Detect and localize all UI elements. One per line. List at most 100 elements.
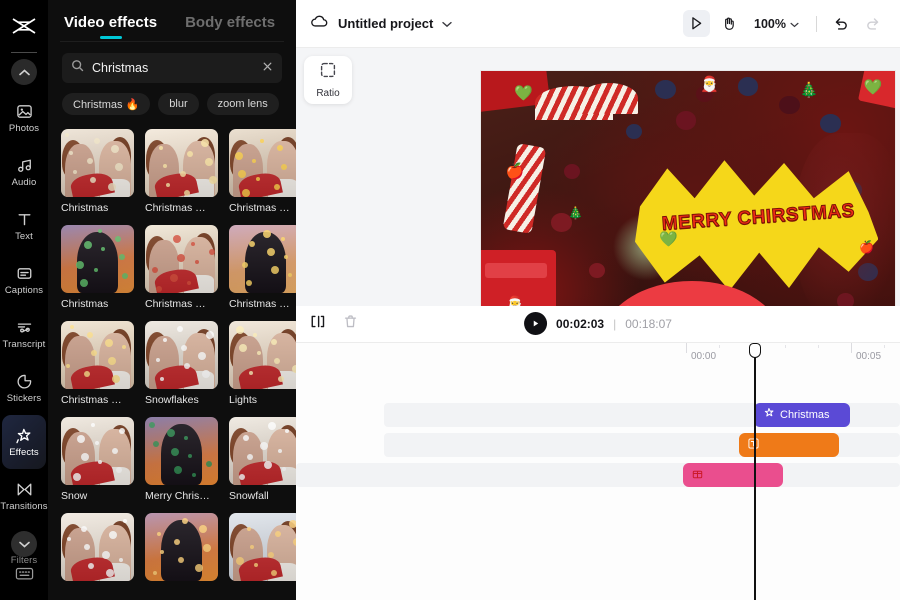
effect-label: Christmas …	[145, 298, 206, 310]
effect-card[interactable]	[145, 513, 218, 586]
effect-thumbnail[interactable]	[61, 513, 134, 581]
tag-chip[interactable]: blur	[158, 93, 199, 115]
search-input[interactable]: Christmas	[62, 53, 282, 83]
sidebar-item-transcript[interactable]: Transcript	[2, 307, 46, 361]
video-preview[interactable]: MERRY CHIRSTMAS 💚 🎄 🎅 🍎 💚 💚 🎅 🎄 💚 🎄 🍎	[480, 70, 896, 306]
effect-thumbnail[interactable]	[61, 129, 134, 197]
sidebar-item-label: Effects	[9, 447, 39, 458]
sidebar-item-text[interactable]: Text	[2, 199, 46, 253]
effect-card[interactable]: Christmas	[61, 129, 134, 214]
timeline-clip-effect[interactable]: Christmas	[754, 402, 850, 427]
effect-label: Christmas …	[61, 394, 122, 406]
sidebar-item-audio[interactable]: Audio	[2, 145, 46, 199]
effect-thumbnail[interactable]	[145, 513, 218, 581]
effect-card[interactable]: Lights	[229, 321, 296, 406]
timeline-playhead[interactable]	[748, 342, 761, 600]
sidebar-item-captions[interactable]: Captions	[2, 253, 46, 307]
effect-thumbnail[interactable]	[229, 129, 296, 197]
capcut-logo[interactable]	[0, 0, 48, 52]
tag-chip[interactable]: zoom lens	[206, 93, 279, 115]
sidebar-item-label: Captions	[4, 285, 44, 296]
effect-label: Christmas	[61, 202, 109, 214]
ratio-label: Ratio	[316, 88, 340, 99]
tag-label: Christmas 🔥	[73, 98, 140, 111]
effect-card[interactable]: Christmas …	[145, 129, 218, 214]
effect-thumbnail[interactable]	[145, 225, 218, 293]
zoom-level-control[interactable]: 100%	[747, 17, 806, 31]
project-title-group[interactable]: Untitled project	[310, 14, 453, 34]
timeline-track[interactable]	[384, 432, 900, 457]
editor-main: Untitled project 100% Ratio MERRY CHIRST…	[296, 0, 900, 600]
music-note-icon	[16, 156, 33, 175]
santa-emoji: 🎅	[700, 76, 720, 94]
effect-thumbnail[interactable]	[229, 513, 296, 581]
playhead-handle[interactable]	[748, 342, 761, 358]
ruler-label: 00:05	[856, 350, 882, 362]
cloud-sync-icon[interactable]	[310, 14, 329, 34]
effect-card[interactable]: Christmas …	[145, 225, 218, 310]
page-title: Untitled project	[338, 16, 434, 31]
crop-frame-icon	[319, 61, 337, 84]
effect-thumbnail[interactable]	[145, 129, 218, 197]
heart-emoji: 💚	[514, 85, 533, 103]
tab-label: Body effects	[185, 14, 276, 31]
timeline-track[interactable]: Christmas	[384, 402, 900, 427]
timeline-ruler[interactable]: 00:0000:0500:1000:	[296, 342, 900, 367]
timeline-clip-video[interactable]	[683, 462, 783, 487]
close-icon[interactable]	[262, 59, 273, 77]
captions-icon	[16, 264, 33, 283]
sidebar-item-photos[interactable]: Photos	[2, 91, 46, 145]
total-duration: 00:18:07	[625, 316, 672, 331]
rail-scroll-up-button[interactable]	[11, 59, 37, 85]
effect-card[interactable]: Christmas …	[229, 129, 296, 214]
tree-emoji: 🎄	[799, 82, 819, 100]
effect-thumbnail[interactable]	[61, 321, 134, 389]
effect-card[interactable]: Snow	[61, 417, 134, 502]
chevron-down-icon[interactable]	[442, 15, 453, 33]
sidebar-item-effects[interactable]: Effects	[2, 415, 46, 469]
effect-thumbnail[interactable]	[229, 321, 296, 389]
effect-thumbnail[interactable]	[61, 417, 134, 485]
keyboard-shortcuts-button[interactable]	[0, 566, 48, 581]
time-separator: |	[613, 316, 617, 331]
effect-card[interactable]: Christmas	[61, 225, 134, 310]
effect-card[interactable]: Christmas …	[61, 321, 134, 406]
timeline-body[interactable]: 00:0000:0500:1000: Christmas	[296, 341, 900, 600]
tag-chip[interactable]: Christmas 🔥	[62, 93, 151, 115]
play-button[interactable]	[524, 312, 548, 335]
tab-label: Video effects	[64, 14, 158, 31]
hand-icon[interactable]	[715, 10, 742, 37]
ruler-minor-tick	[785, 344, 786, 348]
tab-video-effects[interactable]: Video effects	[64, 14, 157, 41]
rail-scroll-down-button[interactable]	[11, 531, 37, 557]
effect-card[interactable]: Snowflakes	[145, 321, 218, 406]
berry	[675, 111, 697, 130]
effect-card[interactable]: Merry Chris…	[145, 417, 218, 502]
cursor-arrow-icon[interactable]	[683, 10, 711, 37]
tab-body-effects[interactable]: Body effects	[185, 14, 275, 41]
effect-thumbnail[interactable]	[145, 417, 218, 485]
effect-card[interactable]: Snowfall	[229, 417, 296, 502]
effect-thumbnail[interactable]	[229, 417, 296, 485]
trash-icon[interactable]	[343, 314, 358, 334]
effect-thumbnail[interactable]	[145, 321, 218, 389]
effect-thumbnail[interactable]	[61, 225, 134, 293]
sidebar-item-label: Text	[15, 231, 33, 242]
ratio-button[interactable]: Ratio	[304, 56, 352, 104]
effect-card[interactable]: Christmas …	[229, 225, 296, 310]
effect-card[interactable]	[229, 513, 296, 586]
berry	[820, 114, 842, 133]
split-clip-icon[interactable]	[310, 314, 325, 334]
apple-emoji: 🍎	[859, 239, 875, 254]
timeline-track[interactable]	[296, 462, 900, 487]
effect-label: Lights	[229, 394, 258, 406]
top-toolbar: Untitled project 100%	[296, 0, 900, 48]
sidebar-item-transitions[interactable]: Transitions	[0, 469, 48, 523]
sidebar-item-stickers[interactable]: Stickers	[2, 361, 46, 415]
effect-thumbnail[interactable]	[229, 225, 296, 293]
effect-card[interactable]	[61, 513, 134, 586]
ruler-major-tick	[851, 342, 852, 353]
playback-time-group: 00:02:03 | 00:18:07	[524, 312, 672, 335]
ruler-minor-tick	[884, 344, 885, 348]
undo-arrow-icon[interactable]	[827, 10, 854, 37]
